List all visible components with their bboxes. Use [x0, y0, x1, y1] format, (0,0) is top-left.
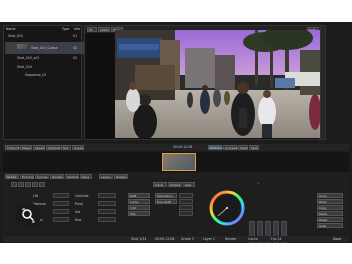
next-frame-icon[interactable]: [32, 182, 38, 187]
value-field[interactable]: [179, 199, 193, 204]
tab-vectors[interactable]: Vectors: [65, 173, 79, 179]
current-timecode: 00:00:12:08: [173, 145, 193, 149]
param-saturation-button[interactable]: Saturation: [155, 193, 177, 198]
grab-button[interactable]: Grab: [317, 223, 343, 228]
bin-item-label: Shot_020: [17, 65, 32, 69]
param-lift-label: Lift: [33, 194, 38, 198]
bin-item[interactable]: Shot_010 V1: [5, 33, 84, 40]
split-button[interactable]: Split: [249, 145, 259, 150]
tab-bar: Grade Primary Curves Qualify Vectors Key…: [3, 173, 349, 179]
bin-header-info: Info: [74, 27, 81, 31]
tab-curves[interactable]: Curves: [35, 173, 49, 179]
tab-grade[interactable]: Grade: [5, 173, 19, 179]
bin-item[interactable]: Shot_010_Colour V2: [5, 42, 84, 54]
tab-output[interactable]: Output: [114, 173, 128, 179]
param-lift-field[interactable]: [53, 193, 69, 198]
tab-layers[interactable]: Layers: [99, 173, 113, 179]
param-hueshift-button[interactable]: Hue Shift: [155, 199, 177, 204]
timecode-button[interactable]: Timecode: [5, 145, 22, 150]
bin-item-label: Shot_010_v01: [17, 56, 40, 60]
mode-input-button[interactable]: Input: [153, 182, 167, 187]
play-icon[interactable]: [25, 182, 31, 187]
lens-search-button[interactable]: [16, 203, 41, 228]
value-field[interactable]: [179, 205, 193, 210]
speed-button[interactable]: Speed: [33, 145, 45, 150]
param-sat-label: Sat: [75, 210, 81, 214]
grade-controls: Input Output Size + Lift Gamma Gain Offs…: [3, 180, 349, 243]
value-field[interactable]: [179, 211, 193, 216]
status-bar: Shot 1/24 00:00:12:08 Grade 3 Layer 1 Re…: [3, 236, 349, 242]
bin-item-label: Shot_010_Colour: [31, 46, 58, 50]
viewer-fit-button[interactable]: Fit: [87, 27, 97, 32]
color-grading-app: Name Type Info Shot_010 V1 Shot_010_Colo…: [0, 22, 352, 243]
status-timecode: 00:00:12:08: [155, 237, 175, 241]
param-pivot-label: Pivot: [75, 202, 83, 206]
reference-button[interactable]: Reference: [208, 145, 225, 150]
last-frame-icon[interactable]: [39, 182, 45, 187]
param-rgb-button[interactable]: RGB: [128, 193, 150, 198]
mode-output-button[interactable]: Output: [168, 182, 182, 187]
undo-button[interactable]: Undo: [317, 193, 343, 198]
playhead-marker: +: [257, 182, 260, 186]
bin-item[interactable]: Shot_010_v01 V2: [5, 55, 84, 62]
bin-item-tag: V1: [73, 34, 78, 38]
status-grade: Grade 3: [181, 237, 194, 241]
bin-item-tag: V2: [73, 46, 78, 50]
bin-item-tag: V2: [73, 56, 78, 60]
param-hsl-button[interactable]: HSL: [128, 211, 150, 216]
grade-button[interactable]: Grade: [72, 145, 84, 150]
param-hue-field[interactable]: [98, 217, 116, 222]
compare-button[interactable]: Compare: [223, 145, 239, 150]
param-sat-field[interactable]: [98, 209, 116, 214]
status-fps: Fps 24: [271, 237, 282, 241]
bin-header-type: Type: [62, 27, 70, 31]
status-cache: Cache: [248, 237, 258, 241]
bin-item-label: Sequence_01: [25, 73, 47, 77]
status-layer: Layer 1: [203, 237, 215, 241]
lens-search-icon: [22, 208, 35, 223]
paste-button[interactable]: Paste: [317, 211, 343, 216]
media-bin-panel: Name Type Info Shot_010 V1 Shot_010_Colo…: [3, 25, 84, 140]
status-render: Render: [225, 237, 237, 241]
param-pivot-field[interactable]: [98, 201, 116, 206]
video-frame: [115, 30, 321, 138]
param-gain-field[interactable]: [53, 209, 69, 214]
first-frame-icon[interactable]: [11, 182, 17, 187]
player-button[interactable]: Player: [20, 145, 32, 150]
viewer-zoom-button[interactable]: 100%: [98, 27, 110, 32]
tab-primary[interactable]: Primary: [20, 173, 34, 179]
param-contrast-label: Contrast: [75, 194, 89, 198]
tab-qualify[interactable]: Qualify: [50, 173, 64, 179]
tab-keys[interactable]: Keys: [80, 173, 92, 179]
value-field[interactable]: [179, 193, 193, 198]
wipe-button[interactable]: Wipe: [238, 145, 248, 150]
param-offset-field[interactable]: [53, 217, 69, 222]
param-yuv-button[interactable]: YUV: [128, 205, 150, 210]
param-gamma-field[interactable]: [53, 201, 69, 206]
status-done: Done: [333, 237, 342, 241]
updown-button[interactable]: Up/Down: [46, 145, 62, 150]
mode-size-button[interactable]: Size: [183, 182, 195, 187]
bin-item[interactable]: Sequence_01: [5, 72, 84, 79]
timeline-track[interactable]: [3, 152, 349, 172]
viewer-scrollbar[interactable]: [320, 25, 326, 140]
status-shot: Shot 1/24: [131, 237, 147, 241]
bin-item[interactable]: Shot_020: [5, 64, 84, 71]
viewer-panel: Fit 100% Proxy RGB: [84, 25, 321, 140]
set-button[interactable]: Set: [61, 145, 71, 150]
transport-bar: Timecode Player Speed Up/Down Set Grade …: [3, 144, 349, 151]
redo-button[interactable]: Redo: [317, 199, 343, 204]
reset-button[interactable]: Reset: [317, 217, 343, 222]
copy-button[interactable]: Copy: [317, 205, 343, 210]
color-wheel[interactable]: [209, 190, 245, 226]
bin-header-name: Name: [6, 27, 16, 31]
param-contrast-field[interactable]: [98, 193, 116, 198]
param-luma-button[interactable]: Luma: [128, 199, 150, 204]
prev-frame-icon[interactable]: [18, 182, 24, 187]
param-hue-label: Hue: [75, 218, 82, 222]
bin-item-label: Shot_010: [8, 34, 23, 38]
timeline-clip[interactable]: [162, 153, 196, 171]
clip-thumbnail: [17, 44, 27, 49]
